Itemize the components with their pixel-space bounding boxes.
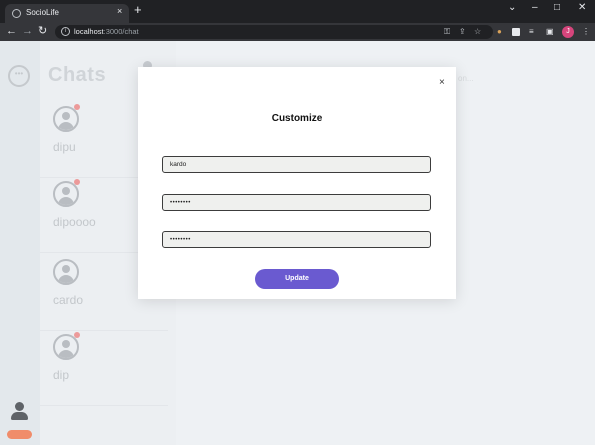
modal-title: Customize [271, 113, 323, 124]
contact-name: dipu [53, 140, 76, 154]
media-icon[interactable]: ≡ [529, 26, 534, 38]
app-page: ••• Chats dipu dipoooo cardo dip on... ×… [0, 41, 595, 445]
side-panel-icon[interactable]: ▣ [546, 26, 554, 38]
online-indicator [74, 104, 80, 110]
key-icon[interactable]: ⚿ [444, 26, 450, 38]
user-avatar-icon[interactable] [10, 402, 28, 424]
chat-logo-icon[interactable]: ••• [8, 65, 30, 87]
profile-avatar[interactable]: J [562, 26, 574, 38]
back-button[interactable]: ← [6, 24, 17, 38]
username-field[interactable] [162, 156, 431, 173]
contact-avatar-icon [53, 334, 79, 360]
contact-name: cardo [53, 293, 84, 307]
chat-hint-text: on... [458, 74, 474, 83]
site-info-icon[interactable]: i [61, 27, 70, 36]
close-window-button[interactable]: ✕ [578, 2, 586, 13]
contact-name: dipoooo [53, 215, 96, 229]
contact-avatar-icon [53, 106, 79, 132]
chats-heading: Chats [48, 64, 107, 86]
close-icon[interactable]: × [439, 78, 445, 88]
contact-avatar-icon [53, 181, 79, 207]
online-indicator [74, 332, 80, 338]
share-icon[interactable]: ⇪ [459, 26, 466, 38]
url-text: localhost:3000/chat [74, 27, 139, 36]
customize-modal: × Customize Update [138, 67, 456, 299]
tab-title: SocioLife [26, 8, 59, 17]
new-tab-button[interactable]: + [134, 3, 142, 17]
menu-icon[interactable]: ⋮ [582, 26, 590, 38]
left-rail: ••• [0, 41, 40, 445]
browser-toolbar: ← → ↻ i localhost:3000/chat ⚿ ⇪ ☆ [0, 23, 595, 41]
password-field[interactable] [162, 194, 431, 211]
maximize-button[interactable]: □ [554, 2, 560, 13]
address-bar[interactable]: i localhost:3000/chat ⚿ ⇪ ☆ [55, 25, 493, 39]
tab-search-button[interactable]: ⌄ [508, 2, 516, 13]
puzzle-extension-icon[interactable] [512, 28, 520, 36]
tab-close-icon[interactable]: × [117, 6, 122, 16]
star-icon[interactable]: ☆ [474, 26, 481, 38]
favicon-icon [12, 9, 21, 18]
cookie-extension-icon[interactable]: ● [497, 26, 502, 38]
update-button[interactable]: Update [255, 269, 339, 289]
logout-badge[interactable] [7, 430, 32, 439]
browser-tab[interactable]: SocioLife × [5, 4, 129, 23]
contact-avatar-icon [53, 259, 79, 285]
reload-button[interactable]: ↻ [38, 24, 47, 38]
forward-button[interactable]: → [22, 24, 33, 38]
contact-name: dip [53, 368, 70, 382]
online-indicator [74, 179, 80, 185]
minimize-button[interactable]: – [532, 2, 538, 13]
confirm-password-field[interactable] [162, 231, 431, 248]
tab-strip: SocioLife × + ⌄ – □ ✕ [0, 0, 595, 23]
list-item[interactable]: dip [40, 332, 168, 406]
